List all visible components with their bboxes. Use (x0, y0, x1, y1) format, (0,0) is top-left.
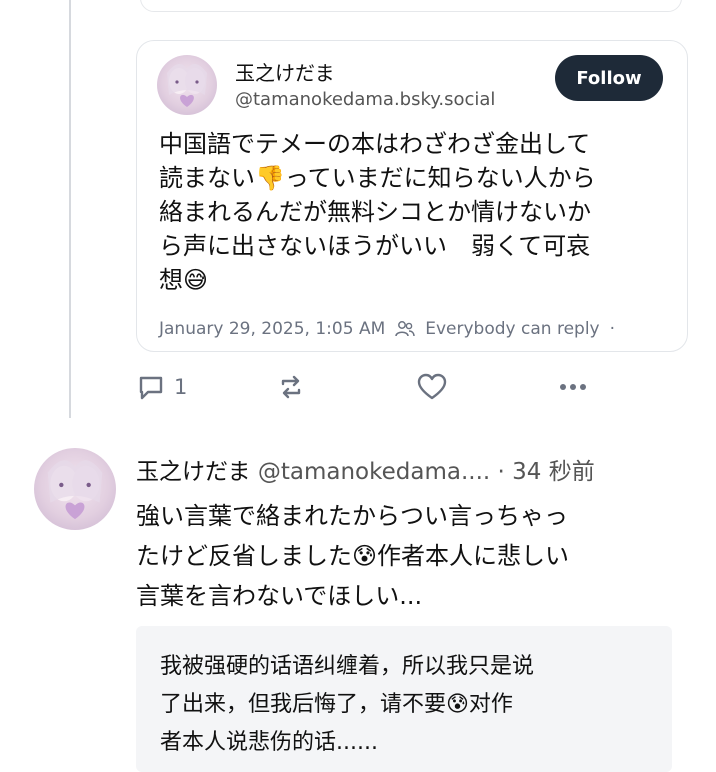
reply-count: 1 (174, 375, 188, 399)
people-icon (395, 321, 415, 337)
reply-icon (139, 376, 163, 400)
quoted-post-card[interactable]: 玉之けだま @tamanokedama.bsky.social Follow 中… (136, 40, 688, 352)
post-time[interactable]: · 34 秒前 (498, 459, 595, 485)
avatar-illustration-icon (47, 460, 103, 520)
meta-separator: · (609, 319, 616, 339)
repost-button[interactable] (276, 372, 306, 402)
author-name[interactable]: 玉之けだま (136, 459, 251, 485)
post-action-bar: 1 (136, 372, 696, 412)
post-meta: January 29, 2025, 1:05 AM Everybody can … (159, 319, 615, 339)
reply-setting: Everybody can reply (425, 319, 600, 339)
avatar-illustration-icon (167, 63, 207, 107)
repost-icon (281, 375, 301, 399)
translation-text: 我被强硬的话语纠缠着，所以我只是说 了出来，但我后悔了，请不要😰对作 者本人说悲… (160, 654, 535, 755)
post-timestamp[interactable]: January 29, 2025, 1:05 AM (159, 319, 385, 339)
thread-connector-line (69, 0, 71, 418)
follow-button[interactable]: Follow (555, 55, 663, 101)
previous-card-edge (140, 0, 682, 12)
reply-header: 玉之けだま @tamanokedama.... · 34 秒前 (136, 452, 595, 486)
avatar[interactable] (34, 448, 116, 530)
more-options-button[interactable] (556, 372, 590, 402)
avatar[interactable] (157, 55, 217, 115)
author-name[interactable]: 玉之けだま (235, 57, 335, 86)
translation-box: 我被强硬的话语纠缠着，所以我只是说 了出来，但我后悔了，请不要😰对作 者本人说悲… (136, 626, 672, 772)
more-icon (560, 384, 586, 390)
author-handle[interactable]: @tamanokedama.bsky.social (235, 89, 495, 110)
author-handle[interactable]: @tamanokedama.... (258, 459, 490, 485)
reply-button[interactable]: 1 (136, 372, 187, 402)
reply-text: 強い言葉で絡まれたからつい言っちゃっ たけど反省しました😰作者本人に悲しい 言葉… (136, 502, 570, 610)
like-icon (417, 373, 447, 400)
like-button[interactable] (416, 372, 448, 402)
post-text: 中国語でテメーの本はわざわざ金出して 読まない👎っていまだに知らない人から 絡ま… (159, 130, 596, 294)
